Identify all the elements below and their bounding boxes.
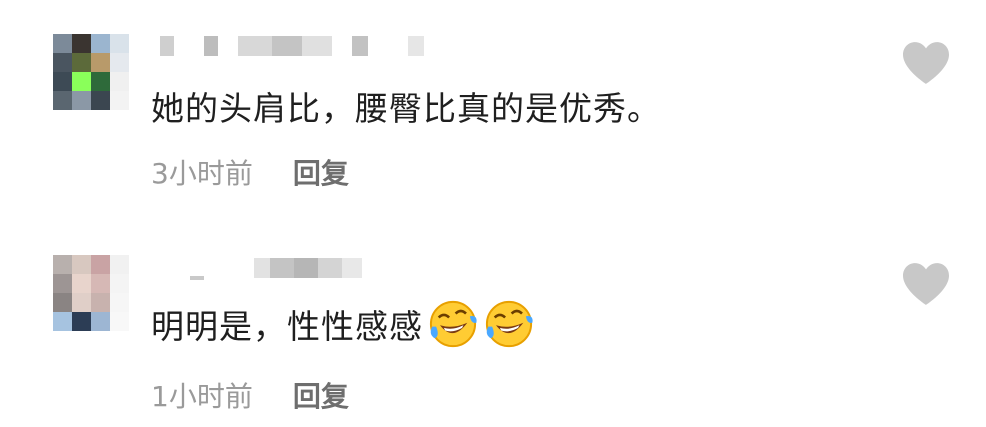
comment-time: 1小时前 <box>151 380 253 413</box>
rofl-emoji-icon <box>429 300 477 348</box>
avatar[interactable] <box>53 255 129 331</box>
heart-icon[interactable] <box>900 261 952 307</box>
comment-item: 明明是，性性感感 1小时前 回复 <box>0 0 986 413</box>
reply-button[interactable]: 回复 <box>293 375 349 415</box>
username-blurred[interactable] <box>160 256 362 280</box>
comment-meta: 1小时前 回复 <box>151 375 349 415</box>
rofl-emoji-icon <box>485 300 533 348</box>
comment-text-content: 明明是，性性感感 <box>151 307 423 346</box>
comment-text: 明明是，性性感感 <box>151 298 535 350</box>
